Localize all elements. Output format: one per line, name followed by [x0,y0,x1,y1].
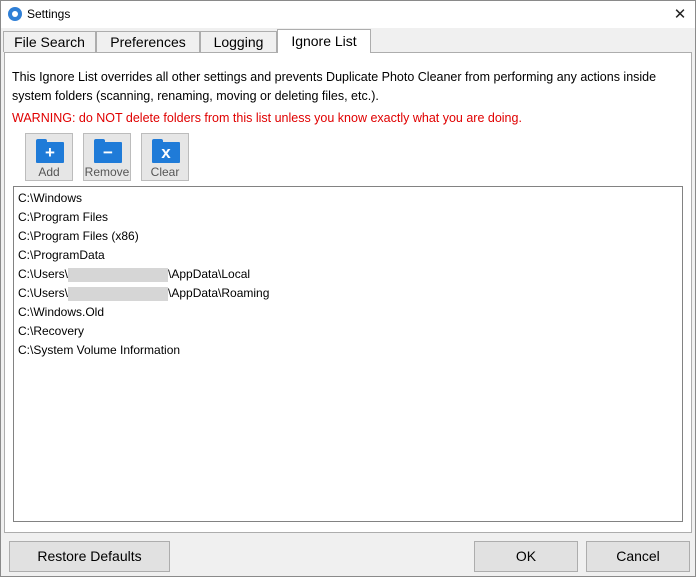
add-button[interactable]: + Add [25,133,73,181]
cancel-button[interactable]: Cancel [586,541,690,572]
add-label: Add [38,165,60,179]
ignore-list-panel: This Ignore List overrides all other set… [4,52,692,533]
tab-logging[interactable]: Logging [200,31,277,52]
list-item[interactable]: C:\Windows.Old [18,303,104,322]
list-item[interactable]: C:\ProgramData [18,246,105,265]
path-prefix: C:\Users\ [18,267,69,281]
settings-window: Settings ✕ File Search Preferences Loggi… [0,0,696,577]
restore-defaults-button[interactable]: Restore Defaults [9,541,170,572]
redacted-username [68,286,169,301]
list-item[interactable]: C:\System Volume Information [18,341,180,360]
list-item[interactable]: C:\Program Files (x86) [18,227,139,246]
list-item[interactable]: C:\Recovery [18,322,84,341]
clear-label: Clear [150,165,180,179]
tab-file-search[interactable]: File Search [3,31,96,52]
warning-text: WARNING: do NOT delete folders from this… [12,111,522,125]
folder-clear-icon: x [152,139,180,163]
remove-button[interactable]: − Remove [83,133,131,181]
folder-add-icon: + [36,139,64,163]
title-bar: Settings ✕ [1,1,695,28]
window-title: Settings [27,7,71,21]
list-item[interactable]: C:\Users\ \AppData\Roaming [18,284,269,303]
path-suffix: \AppData\Local [168,267,251,281]
list-item[interactable]: C:\Windows [18,189,82,208]
app-logo-icon [8,7,22,21]
folder-remove-icon: − [94,139,122,163]
description-text: This Ignore List overrides all other set… [12,70,657,103]
remove-label: Remove [84,165,130,179]
ignore-list[interactable]: C:\Windows C:\Program Files C:\Program F… [13,186,683,522]
close-button[interactable]: ✕ [665,1,695,28]
ok-button[interactable]: OK [474,541,578,572]
path-prefix: C:\Users\ [18,286,69,300]
clear-button[interactable]: x Clear [141,133,189,181]
tab-preferences[interactable]: Preferences [96,31,200,52]
tab-ignore-list[interactable]: Ignore List [277,29,371,53]
path-suffix: \AppData\Roaming [168,286,270,300]
redacted-username [68,267,169,282]
list-item[interactable]: C:\Program Files [18,208,108,227]
list-item[interactable]: C:\Users\ \AppData\Local [18,265,250,284]
